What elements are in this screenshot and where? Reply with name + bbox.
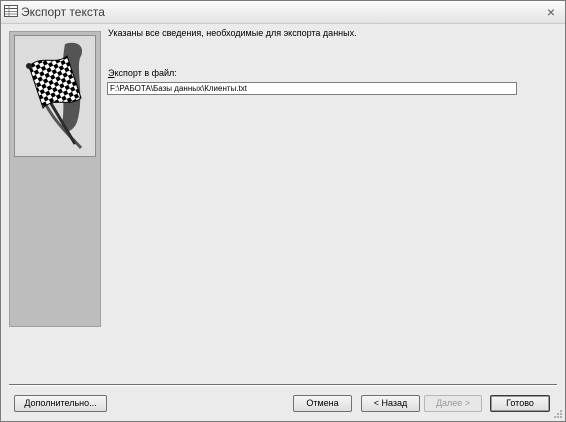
export-file-path-input[interactable] <box>107 82 517 95</box>
wizard-side-panel <box>9 31 101 327</box>
close-button[interactable]: × <box>543 4 559 20</box>
wizard-headline: Указаны все сведения, необходимые для эк… <box>108 28 357 38</box>
finish-button[interactable]: Готово <box>490 395 550 412</box>
back-button[interactable]: < Назад <box>361 395 420 412</box>
next-button[interactable]: Далее > <box>424 395 482 412</box>
export-text-dialog: Экспорт текста × Указаны все сведения, н… <box>0 0 566 422</box>
close-icon: × <box>546 4 556 20</box>
export-label-text: кспорт в файл: <box>114 68 177 78</box>
title-bar[interactable]: Экспорт текста × <box>1 1 565 24</box>
resize-grip-icon[interactable] <box>553 409 563 419</box>
table-export-icon <box>4 5 18 17</box>
cancel-button[interactable]: Отмена <box>293 395 352 412</box>
export-to-file-label: Экспорт в файл: <box>108 68 177 78</box>
footer-divider <box>9 384 557 386</box>
advanced-button[interactable]: Дополнительно... <box>14 395 107 412</box>
window-title: Экспорт текста <box>21 5 105 19</box>
checkered-flag-icon <box>26 42 83 149</box>
illustration-frame <box>14 35 96 157</box>
